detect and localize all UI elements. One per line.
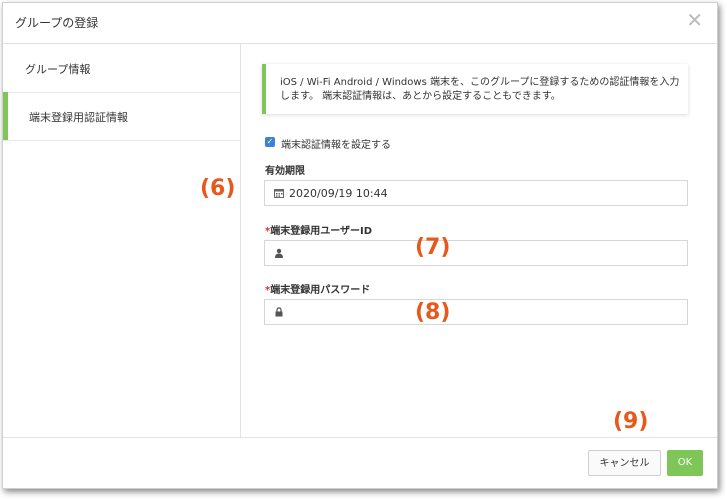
ok-button[interactable]: OK: [667, 450, 703, 476]
user-id-field[interactable]: [264, 240, 688, 266]
expiry-value: 2020/09/19 10:44: [289, 187, 388, 200]
annotation-9: (9): [613, 409, 649, 434]
password-field[interactable]: [264, 299, 688, 325]
annotation-7: (7): [415, 235, 451, 260]
dialog-title: グループの登録: [15, 16, 99, 30]
annotation-6: (6): [200, 176, 236, 201]
sidebar-item-label: グループ情報: [25, 63, 91, 76]
info-callout: iOS / Wi-Fi Android / Windows 端末を、このグループ…: [262, 64, 688, 114]
set-credentials-checkbox[interactable]: ✓: [265, 137, 275, 147]
sidebar-item-device-credentials[interactable]: 端末登録用認証情報: [3, 92, 240, 141]
user-icon: [275, 248, 283, 258]
password-label: *端末登録用パスワード: [265, 281, 370, 296]
sidebar-item-label: 端末登録用認証情報: [29, 111, 128, 124]
dialog-footer: キャンセル OK: [3, 437, 717, 489]
calendar-icon: [274, 189, 284, 198]
sidebar-item-group-info[interactable]: グループ情報: [3, 44, 240, 93]
lock-icon: [275, 307, 283, 317]
cancel-button[interactable]: キャンセル: [588, 450, 661, 476]
info-text: iOS / Wi-Fi Android / Windows 端末を、このグループ…: [280, 77, 680, 102]
set-credentials-label: 端末認証情報を設定する: [281, 140, 391, 151]
annotation-8: (8): [415, 300, 451, 325]
user-id-label-text: 端末登録用ユーザーID: [270, 226, 373, 237]
user-id-label: *端末登録用ユーザーID: [265, 222, 372, 237]
password-label-text: 端末登録用パスワード: [270, 285, 371, 296]
expiry-field[interactable]: 2020/09/19 10:44: [264, 180, 688, 206]
expiry-label: 有効期限: [265, 166, 305, 177]
dialog-header: グループの登録 ✕: [3, 3, 717, 44]
sidebar: グループ情報 端末登録用認証情報: [3, 44, 241, 437]
close-icon[interactable]: ✕: [686, 10, 703, 30]
